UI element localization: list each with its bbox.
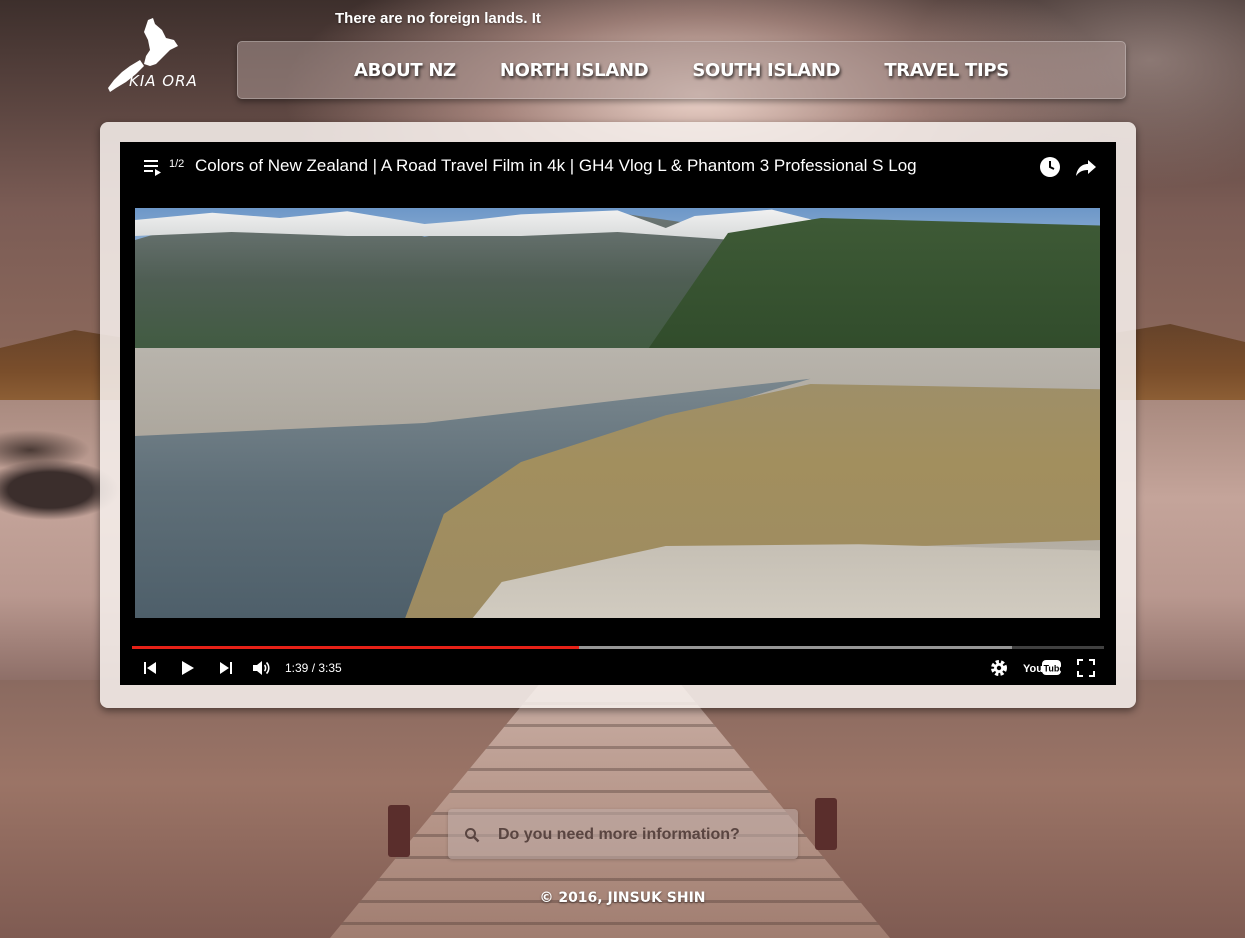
main-nav: ABOUT NZ NORTH ISLAND SOUTH ISLAND TRAVE… — [237, 41, 1126, 99]
pier-post-right — [815, 798, 837, 850]
nav-south-island[interactable]: SOUTH ISLAND — [692, 60, 840, 81]
settings-icon[interactable] — [988, 657, 1010, 679]
share-icon[interactable] — [1074, 155, 1098, 179]
progress-played — [132, 646, 580, 649]
time-display: 1:39 / 3:35 — [285, 661, 342, 675]
next-icon[interactable] — [215, 657, 237, 679]
play-icon[interactable] — [176, 657, 198, 679]
fullscreen-icon[interactable] — [1075, 657, 1097, 679]
nav-north-island[interactable]: NORTH ISLAND — [500, 60, 649, 81]
video-frame[interactable] — [135, 208, 1100, 618]
nav-about-nz[interactable]: ABOUT NZ — [354, 60, 456, 81]
marquee-quote: There are no foreign lands. It — [335, 10, 541, 27]
previous-icon[interactable] — [139, 657, 161, 679]
player-controls: 1:39 / 3:35 You Tube — [120, 639, 1116, 685]
video-title[interactable]: Colors of New Zealand | A Road Travel Fi… — [195, 156, 917, 176]
volume-icon[interactable] — [250, 657, 272, 679]
playlist-icon[interactable] — [142, 158, 162, 176]
search-input[interactable] — [496, 819, 790, 851]
pier-post-left — [388, 805, 410, 857]
search-icon[interactable] — [464, 827, 480, 843]
nav-travel-tips[interactable]: TRAVEL TIPS — [884, 60, 1009, 81]
player-top-bar: 1/2 Colors of New Zealand | A Road Trave… — [120, 142, 1116, 192]
logo-text: KIA ORA — [129, 72, 198, 90]
svg-text:You: You — [1023, 663, 1043, 675]
playlist-position: 1/2 — [169, 158, 185, 170]
watch-later-icon[interactable] — [1038, 155, 1062, 179]
youtube-logo[interactable]: You Tube — [1022, 657, 1062, 679]
footer-copyright: © 2016, JINSUK SHIN — [539, 890, 706, 906]
info-search-box[interactable] — [448, 809, 798, 859]
progress-bar[interactable] — [132, 646, 1104, 649]
video-card: 1/2 Colors of New Zealand | A Road Trave… — [100, 122, 1136, 708]
youtube-player[interactable]: 1/2 Colors of New Zealand | A Road Trave… — [120, 142, 1116, 685]
svg-text:Tube: Tube — [1044, 664, 1063, 674]
